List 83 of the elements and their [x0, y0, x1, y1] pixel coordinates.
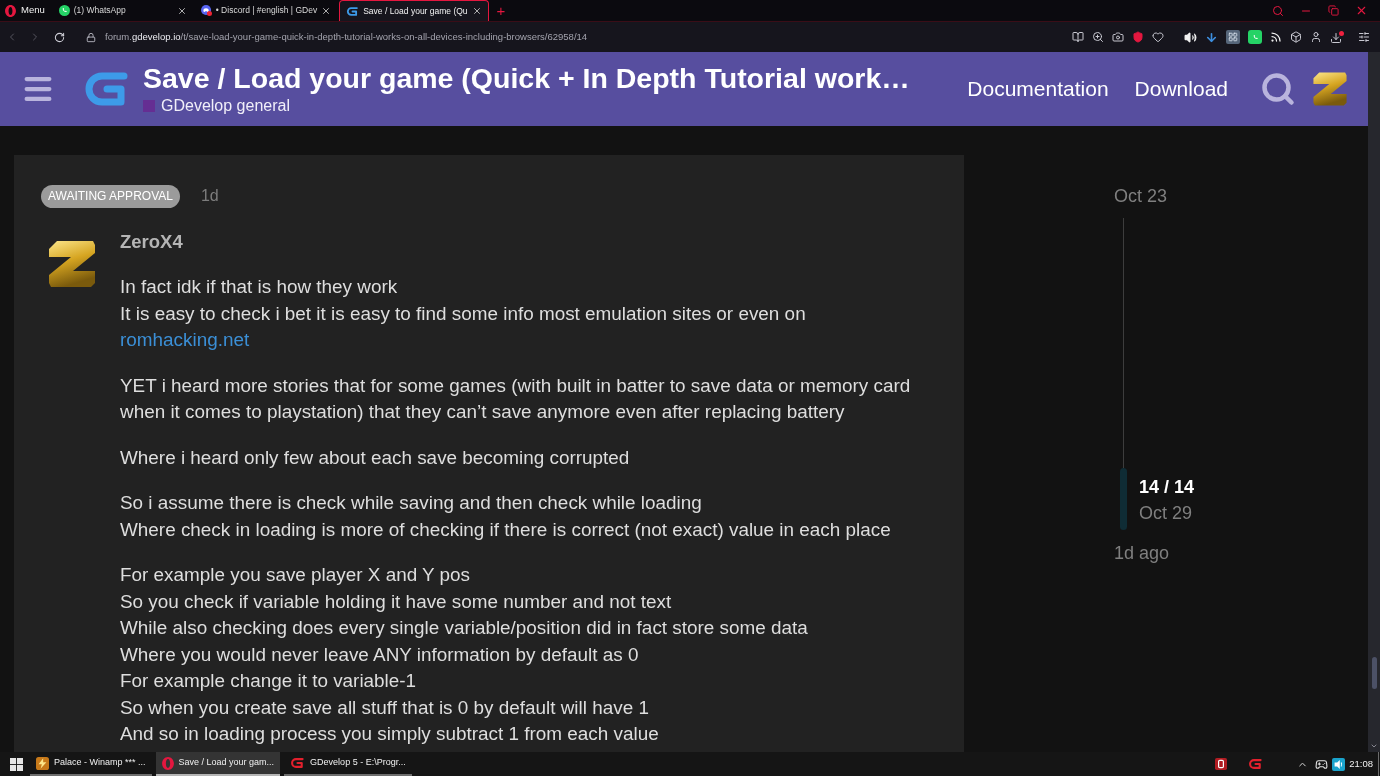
timeline-current-date: Oct 29	[1139, 502, 1194, 525]
g-logo-tray-icon	[1248, 758, 1264, 770]
close-icon[interactable]	[471, 6, 482, 16]
download-icon[interactable]	[1330, 30, 1344, 44]
post-text: While also checking does every single variable/position did in fact store some data	[120, 616, 809, 640]
user-avatar[interactable]	[1312, 71, 1348, 107]
post-text: For example you save player X and Y pos	[120, 563, 472, 587]
ring-logo-icon	[5, 4, 16, 17]
link[interactable]: romhacking.net	[120, 329, 250, 350]
close-icon[interactable]	[321, 5, 332, 16]
topic-title: Save / Load your game (Quick + In Depth Tutorial work…	[143, 63, 910, 94]
speaker-icon[interactable]	[1184, 30, 1197, 44]
lock-icon	[86, 31, 96, 43]
post-text: So i assume there is check while saving and then check while loading	[120, 491, 703, 515]
user-avatar	[47, 239, 97, 289]
down-arrow-icon[interactable]	[1205, 30, 1218, 44]
gamepad-icon[interactable]	[1315, 757, 1329, 771]
timeline-start-date[interactable]: Oct 23	[1114, 186, 1195, 206]
heart-icon[interactable]	[1152, 31, 1164, 43]
category-link[interactable]: GDevelop general	[161, 97, 290, 115]
taskbar-window-button[interactable]: Palace - Winamp *** ...	[30, 752, 152, 776]
window-title: Save / Load your gam...	[178, 756, 275, 770]
post-text: So when you create save all stuff that is 0 by default will have 1	[120, 695, 650, 720]
menu-button[interactable]: Menu	[0, 0, 51, 21]
scroll-down-icon[interactable]	[1370, 742, 1378, 750]
chat-bubble-icon	[58, 5, 70, 16]
post-text: Where you would never leave ANY information by default as 0	[120, 642, 640, 667]
timeline-position: 14 / 14	[1139, 476, 1195, 499]
status-badge: AWAITING APPROVAL	[41, 184, 180, 208]
reload-icon[interactable]	[54, 31, 65, 43]
clock[interactable]: 21:08	[1349, 756, 1373, 772]
post-text: For example change it to variable-1	[120, 669, 418, 693]
scrollbar[interactable]	[1368, 52, 1380, 752]
browser-tab[interactable]: Save / Load your game (Qu	[339, 0, 489, 21]
tab-title: Save / Load your game (Qu	[363, 4, 468, 18]
browser-tab[interactable]: • Discord | #english | GDev	[194, 0, 338, 21]
timeline-end-label[interactable]: 1d ago	[1114, 542, 1195, 564]
start-menu-icon[interactable]	[10, 757, 23, 771]
nav-link[interactable]: Documentation	[967, 73, 1109, 105]
search-icon[interactable]	[1260, 71, 1296, 107]
rss-icon[interactable]	[1270, 31, 1282, 43]
post-text: So you check if variable holding it have some number and not text	[120, 589, 673, 614]
post-text: In fact idk if that is how they work	[120, 275, 399, 299]
cube-icon[interactable]	[1290, 31, 1302, 43]
address-field[interactable]: forum.gdevelop.io/t/save-load-your-game-quick-in-depth-tutorial-works-on-all-devices-including-browsers/62958/14	[105, 29, 588, 45]
timeline-handle[interactable]	[1120, 468, 1127, 530]
close-icon[interactable]	[176, 5, 187, 16]
ring-logo-icon	[161, 756, 174, 770]
post-text: And so in loading process you simply subtract 1 from each value	[120, 722, 660, 746]
browser-tab[interactable]: (1) WhatsApp	[52, 0, 193, 21]
tab-title: • Discord | #english | GDev	[215, 4, 318, 17]
new-tab-button[interactable]: +	[488, 0, 514, 21]
tab-title: (1) WhatsApp	[73, 4, 126, 17]
grid-icon[interactable]	[1226, 30, 1240, 44]
taskbar-window-button[interactable]: GDevelop 5 - E:\Progr...	[284, 752, 412, 776]
post-text: Where check in loading is more of checking if there is correct (not exact) value in each place	[120, 517, 892, 542]
category-square-icon	[143, 100, 155, 112]
author-name[interactable]: ZeroX4	[120, 232, 920, 252]
nav-link[interactable]: Download	[1134, 73, 1228, 105]
speaker-tray-icon[interactable]	[1332, 757, 1346, 771]
close-icon[interactable]	[1355, 4, 1368, 17]
scrollbar-thumb[interactable]	[1371, 657, 1377, 689]
reader-icon[interactable]	[1072, 31, 1084, 43]
lightning-app-icon	[36, 756, 49, 770]
settings-icon[interactable]	[1358, 31, 1370, 43]
post-age: 1d	[200, 186, 219, 206]
taskbar-window-button[interactable]: Save / Load your gam...	[155, 752, 281, 776]
g-logo-icon	[346, 5, 360, 17]
user-icon[interactable]	[1310, 31, 1322, 43]
camera-icon[interactable]	[1112, 31, 1124, 43]
window-title: Palace - Winamp *** ...	[54, 756, 146, 770]
restore-icon[interactable]	[1328, 5, 1339, 16]
g-logo-icon	[290, 757, 306, 769]
chat-app-icon[interactable]	[1248, 30, 1262, 44]
post-text: It is easy to check i bet it is easy to find some info most emulation sites or even on romhacking.net	[120, 301, 807, 352]
app-tray-icon[interactable]	[1215, 757, 1228, 771]
search-icon[interactable]	[1272, 4, 1284, 17]
window-title: GDevelop 5 - E:\Progr...	[310, 756, 406, 770]
post-text: Where i heard only few about each save becoming corrupted	[120, 445, 631, 470]
post-text: YET i heard more stories that for some games (with built in batter to save data or memory card when it comes to playstation) that they can’t save anymore even after replacing battery	[120, 373, 912, 424]
shield-icon[interactable]	[1132, 31, 1144, 43]
app-badge-icon	[200, 5, 212, 16]
zoom-in-icon[interactable]	[1092, 31, 1104, 43]
